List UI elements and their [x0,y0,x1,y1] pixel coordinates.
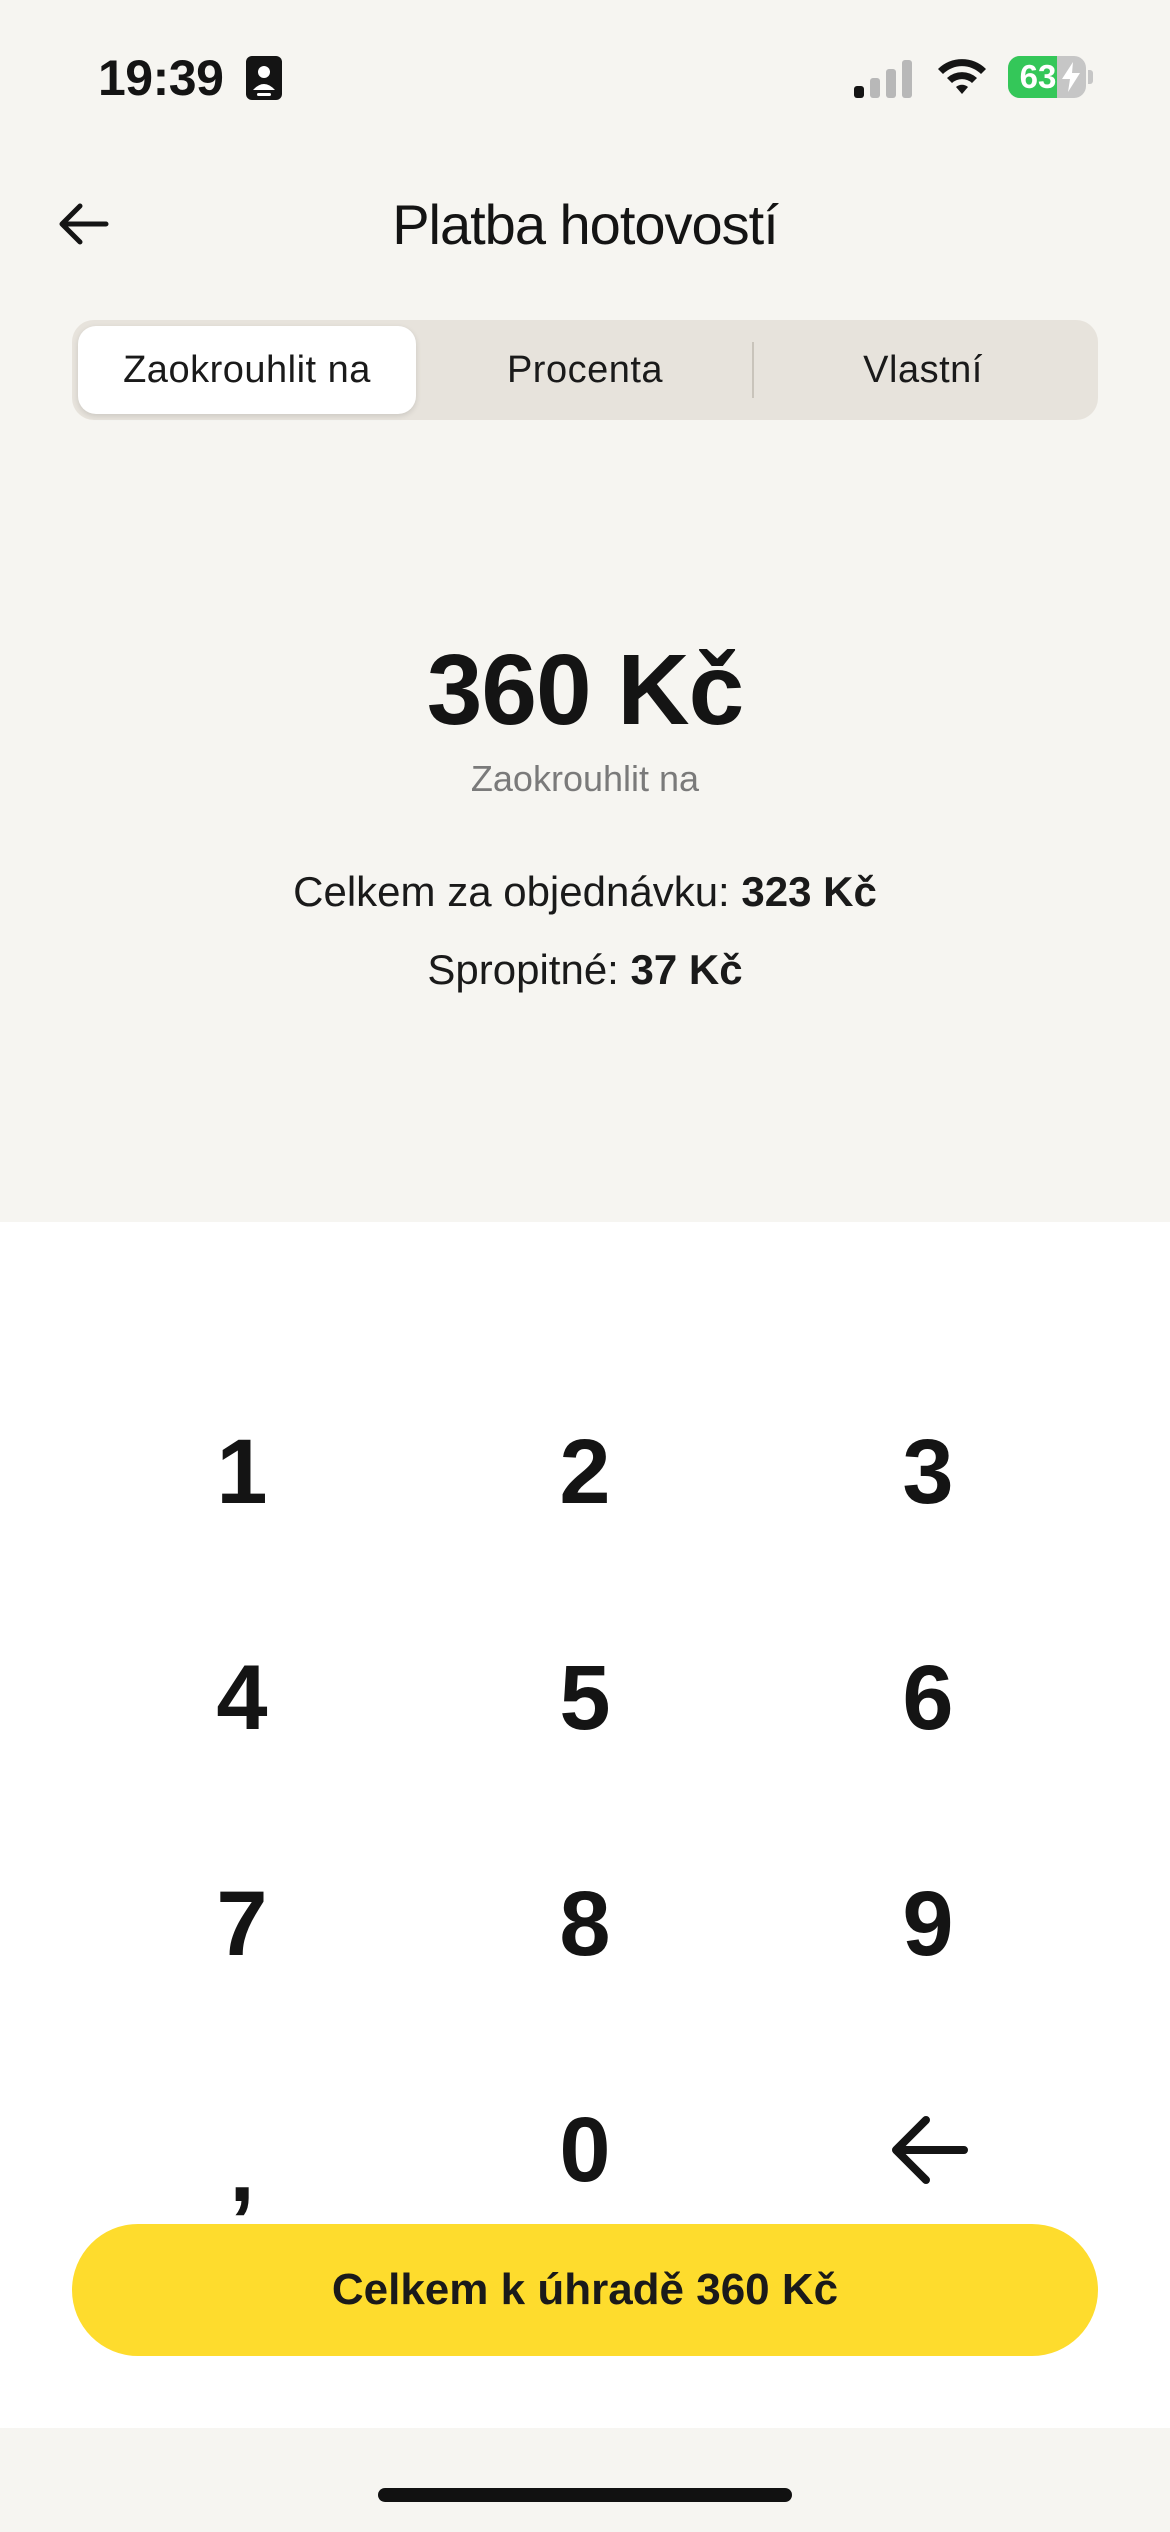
tab-round-up[interactable]: Zaokrouhlit na [78,326,416,414]
key-2[interactable]: 2 [415,1382,755,1562]
amount-caption: Zaokrouhlit na [470,758,700,799]
wifi-icon [938,59,986,94]
tab-custom[interactable]: Vlastní [754,326,1092,414]
home-indicator[interactable] [378,2488,792,2502]
tip-mode-tabs: Zaokrouhlit na Procenta Vlastní [72,320,1098,420]
total-amount: 360 Kč [426,634,744,746]
tip-label: Spropitné: [427,946,619,993]
key-1[interactable]: 1 [72,1382,412,1562]
key-3[interactable]: 3 [758,1382,1098,1562]
battery-charging-icon: 63 [1008,56,1093,98]
order-total-value: 323 Kč [741,868,877,915]
status-bar: 19:39 63 [0,0,1170,150]
order-total-line: Celkem za objednávku: 323 Kč [0,862,1170,922]
key-0[interactable]: 0 [415,2060,755,2240]
tip-line: Spropitné: 37 Kč [0,940,1170,1000]
key-9[interactable]: 9 [758,1834,1098,2014]
key-backspace[interactable] [758,2060,1098,2240]
charging-bolt-icon [1062,62,1080,92]
backspace-arrow-icon [892,2116,968,2184]
key-8[interactable]: 8 [415,1834,755,2014]
contact-card-icon [246,56,282,100]
key-4[interactable]: 4 [72,1608,412,1788]
key-5[interactable]: 5 [415,1608,755,1788]
order-total-label: Celkem za objednávku: [293,868,730,915]
key-decimal-comma[interactable]: , [72,2060,412,2240]
key-7[interactable]: 7 [72,1834,412,2014]
page-title: Platba hotovostí [392,193,779,256]
battery-percent: 63 [1019,58,1057,95]
pay-total-button[interactable]: Celkem k úhradě 360 Kč [72,2224,1098,2356]
tip-value: 37 Kč [630,946,743,993]
status-time: 19:39 [98,50,224,106]
cellular-signal-icon [854,60,912,98]
key-6[interactable]: 6 [758,1608,1098,1788]
tab-percent[interactable]: Procenta [416,326,754,414]
